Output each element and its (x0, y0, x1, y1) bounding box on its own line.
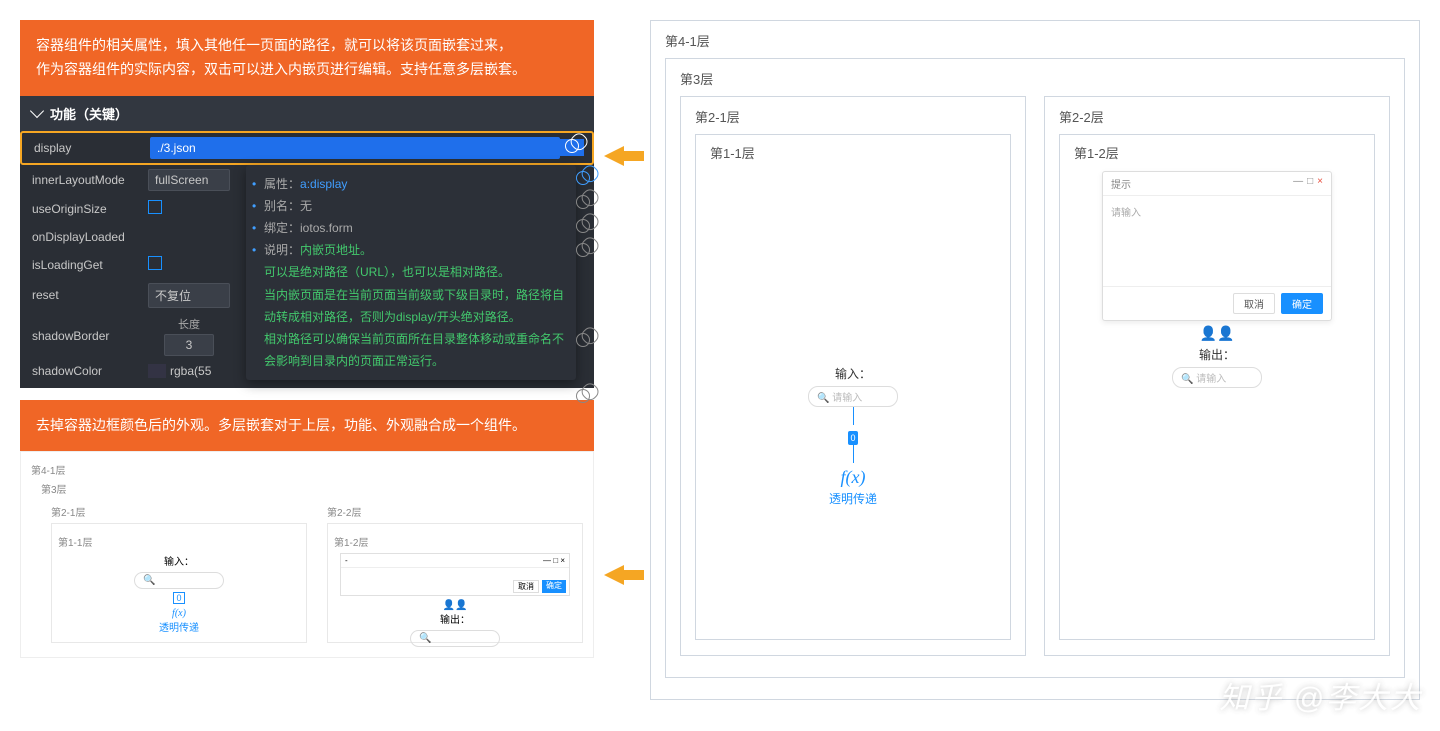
prop-label: display (34, 141, 150, 155)
prop-row-display: display (20, 131, 594, 165)
link-icon[interactable] (573, 192, 593, 212)
layer-3: 第3层 第2-1层 第1-1层 输入： 🔍 请输入 0 f(x) (665, 58, 1405, 678)
output-label: 输出： (1199, 346, 1235, 363)
right-preview: 第4-1层 第3层 第2-1层 第1-1层 输入： 🔍 请输入 0 (650, 20, 1420, 715)
link-icon[interactable] (573, 386, 593, 406)
banner-top: 容器组件的相关属性，填入其他任一页面的路径，就可以将该页面嵌套过来， 作为容器组… (20, 20, 594, 96)
search-mini[interactable]: 🔍 (134, 572, 224, 589)
tooltip-box: 属性：a:display 别名：无 绑定：iotos.form 说明：内嵌页地址… (246, 165, 576, 381)
innerLayoutMode-select[interactable]: fullScreen (148, 169, 230, 191)
prop-row-shadowBorder: shadowBorder 长度 3 (20, 312, 238, 360)
search-mini[interactable]: 🔍 (410, 630, 500, 647)
layer-title: 第1-1层 (710, 143, 755, 162)
prop-label: shadowBorder (32, 329, 148, 343)
prop-row-onDisplayLoaded: onDisplayLoaded (20, 223, 238, 251)
prop-row-innerLayoutMode: innerLayoutMode fullScreen (20, 165, 238, 195)
banner-line2: 作为容器组件的实际内容，双击可以进入内嵌页进行编辑。支持任意多层嵌套。 (36, 58, 578, 82)
layer-title: 第2-2层 (1059, 107, 1375, 126)
fx-label: 透明传递 (829, 490, 877, 507)
prop-label: onDisplayLoaded (32, 230, 148, 244)
prop-row-isLoadingGet: isLoadingGet (20, 251, 238, 279)
arrow-icon (604, 146, 644, 166)
mini-preview: 第4-1层 第3层 第2-1层 第1-1层 输入： 🔍 0 f(x) 透明传递 (20, 451, 594, 658)
prop-label: shadowColor (32, 364, 148, 378)
window-controls[interactable]: — □ × (1289, 176, 1323, 191)
input-label: 输入： (835, 365, 871, 382)
reset-select[interactable]: 不复位 (148, 283, 230, 308)
ok-button[interactable]: 确定 (1281, 293, 1323, 314)
banner-line1: 容器组件的相关属性，填入其他任一页面的路径，就可以将该页面嵌套过来， (36, 34, 578, 58)
link-icon[interactable] (573, 216, 593, 236)
layer-title: 第3层 (680, 69, 1390, 88)
layer-1-1: 第1-1层 输入： 🔍 请输入 0 f(x) 透明传递 (695, 134, 1011, 640)
link-icon-cell[interactable] (560, 139, 584, 156)
chevron-down-icon (30, 104, 44, 118)
prop-row-shadowColor: shadowColor rgba(55 (20, 360, 238, 388)
layer-title: 第4-1层 (665, 31, 1405, 50)
shadowColor-value: rgba(55 (170, 364, 211, 378)
length-label: 长度 (178, 316, 200, 332)
useOriginSize-checkbox[interactable] (148, 200, 162, 214)
close-icon: × (1317, 176, 1323, 187)
search-input[interactable]: 🔍 请输入 (808, 386, 898, 407)
link-icon (562, 136, 582, 156)
maximize-icon: □ (1307, 176, 1313, 187)
layer-title: 第1-2层 (1074, 143, 1119, 162)
layer-title: 第2-1层 (695, 107, 1011, 126)
prop-label: innerLayoutMode (32, 173, 148, 187)
link-icon[interactable] (573, 330, 593, 350)
banner2-text: 去掉容器边框颜色后的外观。多层嵌套对于上层，功能、外观融合成一个组件。 (36, 417, 526, 433)
isLoadingGet-checkbox[interactable] (148, 256, 162, 270)
link-icon[interactable] (573, 168, 593, 188)
search-input[interactable]: 🔍 请输入 (1172, 367, 1262, 388)
dialog-body: 请输入 (1103, 196, 1331, 286)
properties-panel: 功能（关键） display innerLayoutMode fullScree… (20, 96, 594, 388)
prop-label: isLoadingGet (32, 258, 148, 272)
shadowBorder-input[interactable]: 3 (164, 334, 214, 356)
color-swatch[interactable] (148, 364, 166, 378)
section-header[interactable]: 功能（关键） (20, 96, 594, 131)
fx-icon: f(x) (841, 467, 866, 488)
dialog-preview: 提示 — □ × 请输入 取消 确定 (1102, 171, 1332, 321)
banner-bottom: 去掉容器边框颜色后的外观。多层嵌套对于上层，功能、外观融合成一个组件。 (20, 400, 594, 452)
people-icon: 👤👤 (1200, 325, 1235, 342)
minimize-icon: — (1293, 176, 1303, 187)
section-title: 功能（关键） (50, 104, 128, 123)
layer-2-2: 第2-2层 第1-2层 提示 — □ × 请输入 取消 (1044, 96, 1390, 656)
prop-row-useOriginSize: useOriginSize (20, 195, 238, 223)
link-icon[interactable] (573, 240, 593, 260)
dialog-title: 提示 (1111, 176, 1131, 191)
layer-1-2: 第1-2层 提示 — □ × 请输入 取消 确定 (1059, 134, 1375, 640)
pin-badge: 0 (848, 431, 858, 445)
layer-2-1: 第2-1层 第1-1层 输入： 🔍 请输入 0 f(x) 透明传递 (680, 96, 1026, 656)
prop-label: reset (32, 288, 148, 302)
layer-4-1: 第4-1层 第3层 第2-1层 第1-1层 输入： 🔍 请输入 0 (650, 20, 1420, 700)
prop-row-reset: reset 不复位 (20, 279, 238, 312)
arrow-icon (604, 565, 644, 585)
display-input[interactable] (150, 137, 560, 159)
prop-label: useOriginSize (32, 202, 148, 216)
cancel-button[interactable]: 取消 (1233, 293, 1275, 314)
